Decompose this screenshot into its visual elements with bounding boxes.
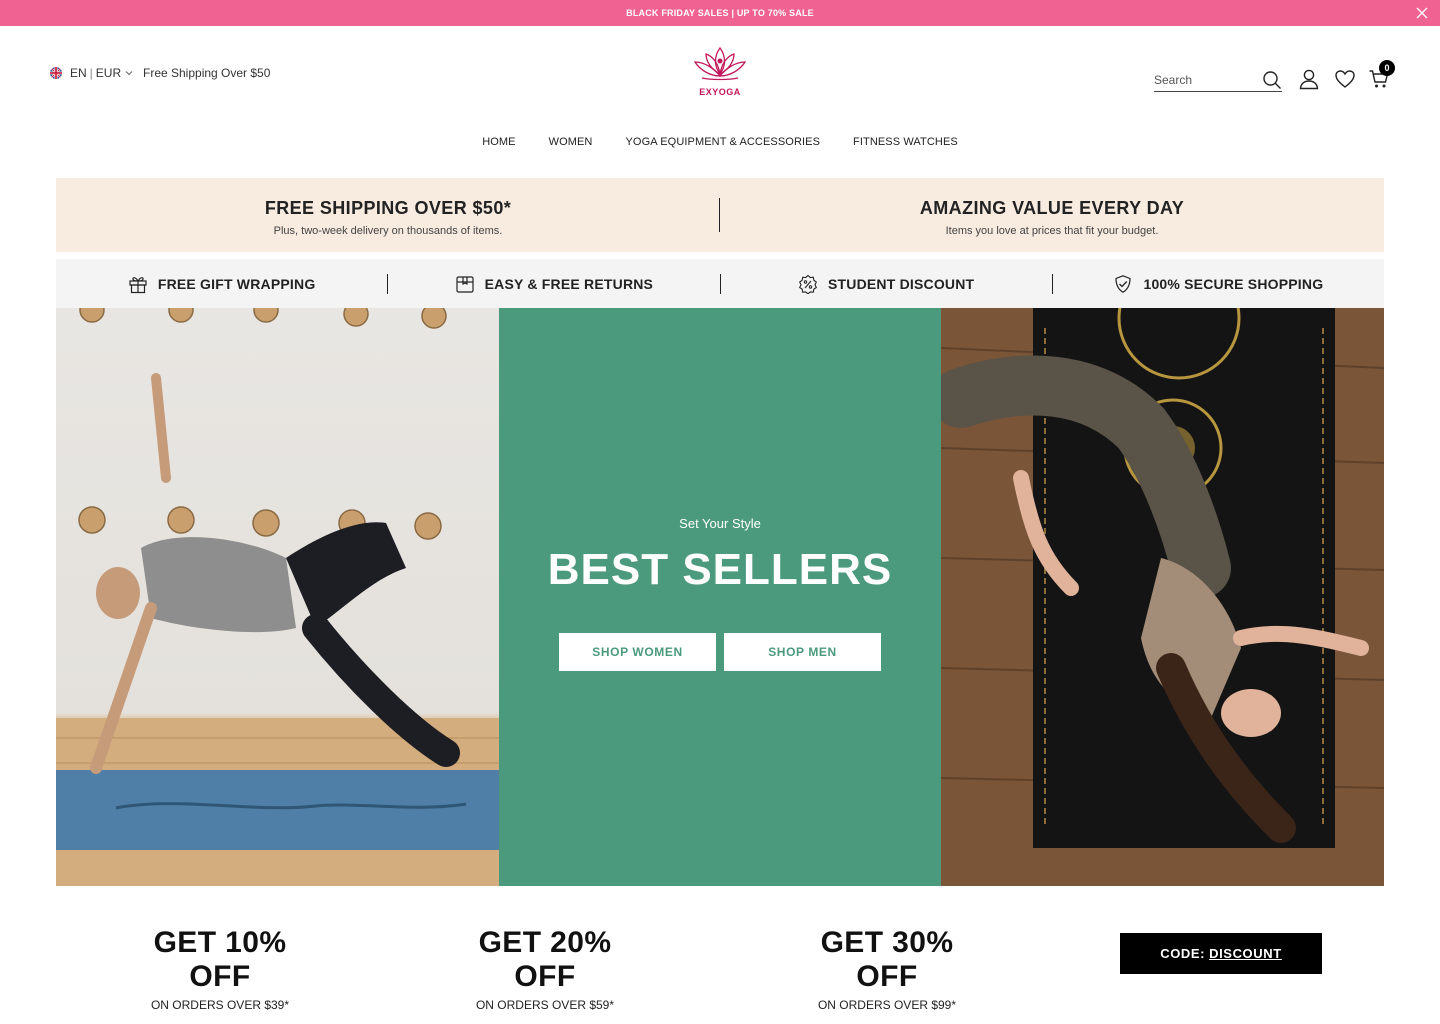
account-icon[interactable] (1298, 68, 1320, 90)
feature-student-discount: STUDENT DISCOUNT (721, 274, 1052, 294)
features-bar: FREE GIFT WRAPPING EASY & FREE RETURNS S… (56, 259, 1384, 308)
close-icon[interactable] (1414, 5, 1430, 21)
cart-button[interactable]: 0 (1368, 60, 1398, 90)
feature-label: EASY & FREE RETURNS (484, 275, 654, 292)
discount-tiers: GET 10% OFF ON ORDERS OVER $39* GET 20% … (0, 920, 1440, 1012)
announcement-bar: BLACK FRIDAY SALES | UP TO 70% SALE (0, 0, 1440, 26)
chevron-down-icon (125, 71, 133, 76)
shop-men-button[interactable]: SHOP MEN (724, 633, 881, 671)
hero-image-man-yoga[interactable] (56, 308, 499, 886)
nav-item-home[interactable]: HOME (482, 126, 515, 156)
feature-label: STUDENT DISCOUNT (827, 275, 975, 292)
code-value[interactable]: DISCOUNT (1209, 946, 1282, 961)
hero-banner: Set Your Style BEST SELLERS SHOP WOMEN S… (56, 308, 1385, 886)
promo-free-shipping: FREE SHIPPING OVER $50* Plus, two-week d… (56, 178, 720, 252)
promo-band: FREE SHIPPING OVER $50* Plus, two-week d… (56, 178, 1384, 252)
feature-easy-returns: EASY & FREE RETURNS (388, 274, 719, 294)
discount-title: GET 10% OFF (113, 926, 327, 994)
hero-best-sellers: Set Your Style BEST SELLERS SHOP WOMEN S… (498, 308, 942, 886)
shield-check-icon (1115, 274, 1132, 293)
nav-item-yoga-equipment[interactable]: YOGA EQUIPMENT & ACCESSORIES (625, 126, 820, 156)
uk-flag-icon (50, 67, 62, 79)
search-icon[interactable] (1262, 70, 1282, 90)
promo-amazing-value: AMAZING VALUE EVERY DAY Items you love a… (720, 178, 1384, 252)
discount-subtitle: ON ORDERS OVER $39* (150, 998, 290, 1012)
gift-icon (129, 276, 147, 293)
hero-image-woman-yoga[interactable] (941, 308, 1385, 886)
shop-women-button[interactable]: SHOP WOMEN (559, 633, 716, 671)
man-yoga-photo (56, 308, 499, 886)
announcement-text: BLACK FRIDAY SALES | UP TO 70% SALE (626, 8, 814, 18)
woman-yoga-photo (941, 308, 1385, 886)
discount-title: GET 30% OFF (780, 926, 994, 994)
promo-title: AMAZING VALUE EVERY DAY (919, 198, 1185, 218)
box-icon (456, 275, 474, 293)
logo-text: EXYOGA (699, 87, 741, 97)
cart-count-badge: 0 (1379, 60, 1395, 76)
feature-gift-wrapping: FREE GIFT WRAPPING (56, 274, 387, 294)
discount-tier: GET 30% OFF ON ORDERS OVER $99* (780, 926, 994, 1012)
hero-title: BEST SELLERS (547, 545, 893, 594)
feature-secure-shopping: 100% SECURE SHOPPING (1053, 274, 1384, 294)
currency-label[interactable]: EUR (96, 66, 121, 80)
locale-selector[interactable]: EN | EUR (50, 66, 133, 80)
promo-title: FREE SHIPPING OVER $50* (264, 198, 512, 218)
discount-title: GET 20% OFF (437, 926, 653, 994)
wishlist-heart-icon[interactable] (1334, 68, 1356, 90)
locale-separator: | (89, 66, 93, 80)
search-box[interactable] (1154, 68, 1282, 92)
discount-code-box[interactable]: CODE: DISCOUNT (1120, 933, 1322, 974)
site-header: EN | EUR Free Shipping Over $50 EXYOGA S… (0, 26, 1440, 126)
promo-subtitle: Plus, two-week delivery on thousands of … (273, 225, 503, 237)
nav-item-women[interactable]: WOMEN (549, 126, 593, 156)
logo[interactable]: EXYOGA (686, 44, 754, 97)
feature-label: 100% SECURE SHOPPING (1143, 275, 1324, 292)
discount-subtitle: ON ORDERS OVER $59* (475, 998, 615, 1012)
main-nav: HOME WOMEN YOGA EQUIPMENT & ACCESSORIES … (0, 126, 1440, 156)
search-input[interactable] (1154, 72, 1254, 87)
discount-subtitle: ON ORDERS OVER $99* (817, 998, 957, 1012)
code-label: CODE: (1160, 946, 1206, 961)
language-label[interactable]: EN (70, 66, 87, 80)
nav-item-fitness-watches[interactable]: FITNESS WATCHES (853, 126, 958, 156)
free-shipping-notice: Free Shipping Over $50 (143, 66, 271, 80)
percent-badge-icon (798, 274, 817, 294)
hero-kicker: Set Your Style (679, 516, 761, 531)
lotus-logo-icon (693, 46, 747, 81)
discount-tier: GET 10% OFF ON ORDERS OVER $39* (113, 926, 327, 1012)
promo-subtitle: Items you love at prices that fit your b… (945, 225, 1159, 237)
promo-divider (719, 198, 720, 232)
hero-buttons: SHOP WOMEN SHOP MEN (559, 633, 881, 671)
discount-tier: GET 20% OFF ON ORDERS OVER $59* (437, 926, 653, 1012)
feature-label: FREE GIFT WRAPPING (157, 275, 316, 292)
